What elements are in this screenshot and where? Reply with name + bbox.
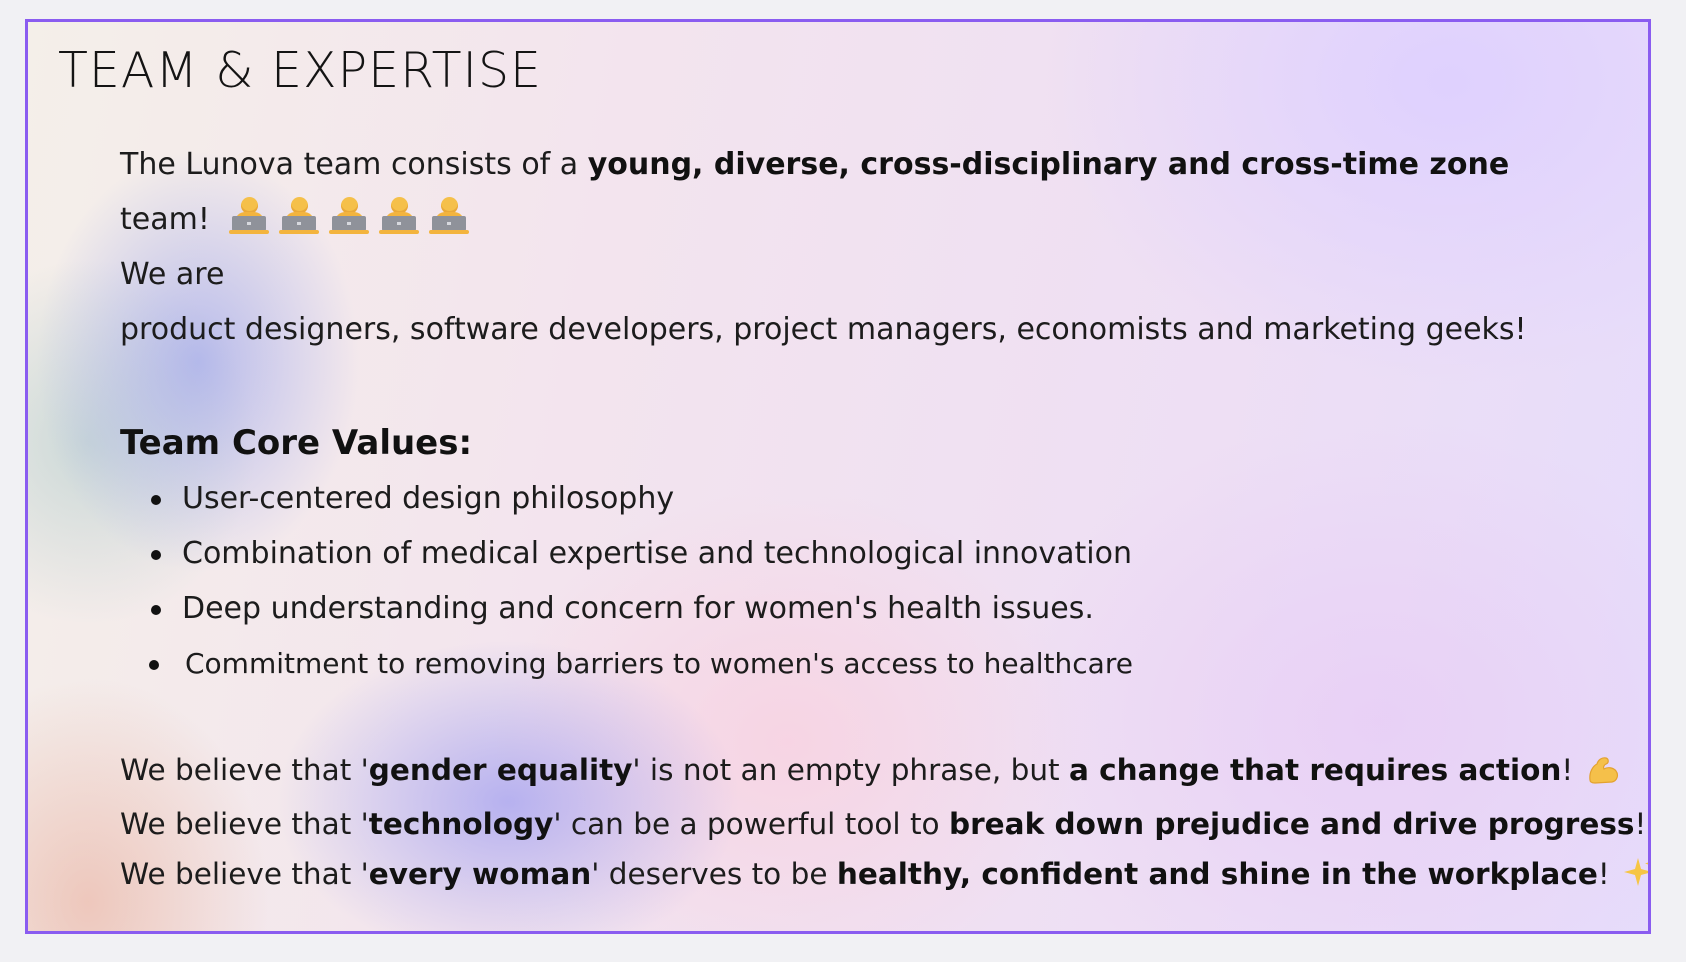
person-with-laptop-icon [429, 195, 470, 235]
person-with-laptop-icon [279, 195, 320, 235]
belief-text: ! [1634, 807, 1647, 841]
list-item: User-centered design philosophy [120, 471, 1630, 526]
belief-bold: every woman [368, 857, 592, 891]
person-with-laptop-icon [379, 195, 420, 235]
intro-line-3: We are [120, 257, 225, 292]
belief-text: ! [1561, 753, 1574, 787]
belief-line-3: We believe that 'every woman' deserves t… [120, 849, 1648, 903]
slide-frame: TEAM & EXPERTISE The Lunova team consist… [25, 19, 1651, 934]
belief-text: ' deserves to be [591, 857, 837, 891]
belief-text: ! [1597, 857, 1610, 891]
list-item: Deep understanding and concern for women… [120, 581, 1630, 636]
flexed-biceps-icon [1587, 749, 1621, 799]
page-title: TEAM & EXPERTISE [58, 42, 543, 99]
belief-line-2: We believe that 'technology' can be a po… [120, 799, 1646, 849]
list-item-text: User-centered design philosophy [182, 481, 675, 516]
core-values-heading: Team Core Values: [120, 423, 473, 463]
belief-bold: break down prejudice and drive progress [949, 807, 1635, 841]
belief-text: We believe that ' [120, 753, 369, 787]
list-item-text: Deep understanding and concern for women… [182, 591, 1094, 626]
belief-bold: a change that requires action [1068, 753, 1562, 787]
belief-line-1: We believe that 'gender equality' is not… [120, 745, 1630, 799]
core-values-list: User-centered design philosophy Combinat… [120, 471, 1630, 691]
intro-line-2: team! [120, 192, 1630, 247]
intro-line-4: product designers, software developers, … [120, 312, 1527, 347]
belief-bold: technology [368, 807, 554, 841]
emoji-row [229, 195, 470, 235]
bullet-icon [149, 660, 159, 670]
bullet-icon [151, 550, 161, 560]
belief-bold: healthy, confident and shine in the work… [836, 857, 1598, 891]
intro-line-1: The Lunova team consists of a young, div… [120, 137, 1630, 192]
sparkles-icon [1623, 853, 1648, 903]
bullet-icon [151, 605, 161, 615]
slide-content: The Lunova team consists of a young, div… [120, 137, 1648, 903]
belief-text: ' is not an empty phrase, but [632, 753, 1069, 787]
belief-text: We believe that ' [120, 857, 369, 891]
belief-text: We believe that ' [120, 807, 369, 841]
person-with-laptop-icon [329, 195, 370, 235]
bullet-icon [151, 495, 161, 505]
list-item-text: Combination of medical expertise and tec… [182, 536, 1133, 571]
intro-line-1-bold: young, diverse, cross-disciplinary and c… [587, 147, 1510, 182]
beliefs-block: We believe that 'gender equality' is not… [120, 745, 1648, 903]
person-with-laptop-icon [229, 195, 270, 235]
list-item-text: Commitment to removing barriers to women… [185, 647, 1133, 680]
intro-line-1-text: The Lunova team consists of a [120, 147, 588, 182]
belief-bold: gender equality [368, 753, 633, 787]
intro-line-2-text: team! [120, 202, 220, 237]
list-item: Combination of medical expertise and tec… [120, 526, 1630, 581]
list-item: Commitment to removing barriers to women… [120, 636, 1630, 691]
belief-text: ' can be a powerful tool to [553, 807, 949, 841]
